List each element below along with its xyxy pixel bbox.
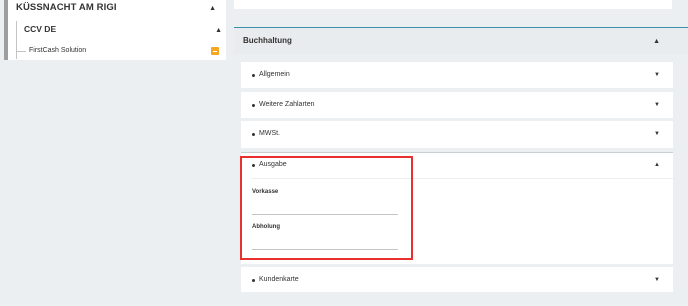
tree-node-child-label[interactable]: CCV DE bbox=[24, 24, 56, 34]
panel-label: Kundenkarte bbox=[259, 276, 299, 283]
bullet-icon bbox=[252, 74, 255, 77]
caret-up-icon[interactable]: ▲ bbox=[654, 162, 660, 168]
panel-label: Weitere Zahlarten bbox=[259, 101, 315, 108]
bullet-icon bbox=[252, 104, 255, 107]
caret-down-icon[interactable]: ▼ bbox=[654, 277, 660, 283]
caret-down-icon[interactable]: ▼ bbox=[654, 102, 660, 108]
panel-allgemein[interactable]: Allgemein ▼ bbox=[241, 62, 673, 88]
top-card bbox=[234, 0, 672, 9]
caret-up-icon[interactable]: ▲ bbox=[653, 38, 660, 45]
tree-node-root[interactable]: KÜSSNACHT AM RIGI ▲ bbox=[8, 0, 226, 18]
caret-up-icon[interactable]: ▲ bbox=[215, 27, 222, 34]
bullet-icon bbox=[252, 279, 255, 282]
caret-up-icon[interactable]: ▲ bbox=[209, 5, 216, 12]
bullet-icon bbox=[252, 133, 255, 136]
panel-label: Allgemein bbox=[259, 71, 290, 78]
highlight-box bbox=[240, 156, 413, 260]
section-header-buchhaltung[interactable]: Buchhaltung ▲ bbox=[234, 28, 688, 54]
caret-down-icon[interactable]: ▼ bbox=[654, 72, 660, 78]
content-area: Buchhaltung ▲ Allgemein ▼ Weitere Zahlar… bbox=[232, 0, 688, 306]
panel-label: MWSt. bbox=[259, 130, 280, 137]
tree-node-leaf-label[interactable]: FirstCash Solution bbox=[29, 47, 86, 54]
tree-node-root-label: KÜSSNACHT AM RIGI bbox=[16, 2, 117, 13]
section-title: Buchhaltung bbox=[243, 36, 292, 45]
tree-panel: KÜSSNACHT AM RIGI ▲ CCV DE ▲ FirstCash S… bbox=[0, 0, 232, 306]
tree-connector-vertical bbox=[16, 21, 17, 59]
panel-kundenkarte[interactable]: Kundenkarte ▼ bbox=[241, 267, 673, 292]
panel-mwst[interactable]: MWSt. ▼ bbox=[241, 121, 673, 148]
tree-connector-horizontal bbox=[16, 51, 26, 52]
caret-down-icon[interactable]: ▼ bbox=[654, 131, 660, 137]
panel-weitere-zahlarten[interactable]: Weitere Zahlarten ▼ bbox=[241, 92, 673, 118]
collapse-minus-icon[interactable] bbox=[211, 47, 219, 55]
